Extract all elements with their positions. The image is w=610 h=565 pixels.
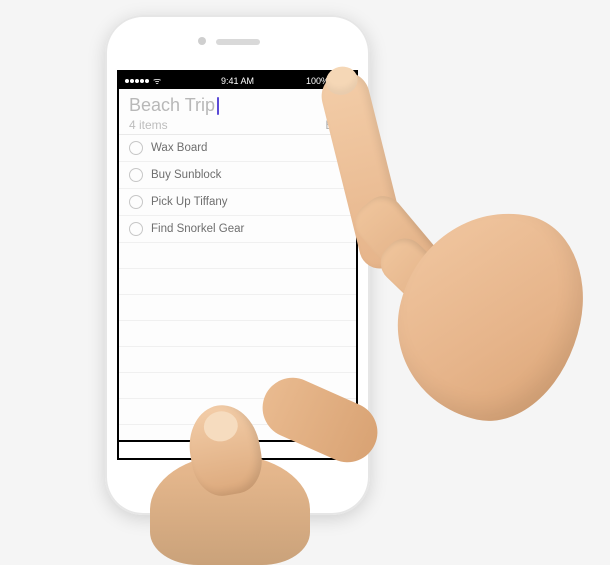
empty-row[interactable] xyxy=(119,269,356,295)
list-item[interactable]: Wax Board xyxy=(119,135,356,162)
list-title-field[interactable]: Beach Trip xyxy=(129,95,346,116)
battery-icon xyxy=(332,77,350,85)
text-cursor-icon xyxy=(217,97,219,115)
speaker-grille xyxy=(216,39,260,45)
phone-frame: ᯤ 9:41 AM 100% Beach Trip 4 items Edit W… xyxy=(105,15,370,515)
list-item-label: Pick Up Tiffany xyxy=(151,196,228,208)
signal-dots-icon xyxy=(125,79,149,83)
unchecked-circle-icon[interactable] xyxy=(129,222,143,236)
empty-row[interactable] xyxy=(119,243,356,269)
empty-row[interactable] xyxy=(119,321,356,347)
list-item-label: Find Snorkel Gear xyxy=(151,223,244,235)
todo-list: Wax Board Buy Sunblock Pick Up Tiffany F… xyxy=(119,135,356,440)
empty-row[interactable] xyxy=(119,425,356,440)
list-title-text: Beach Trip xyxy=(129,95,215,116)
item-count-label: 4 items xyxy=(129,118,168,132)
empty-row[interactable] xyxy=(119,399,356,425)
empty-row[interactable] xyxy=(119,347,356,373)
status-right: 100% xyxy=(306,76,350,86)
unchecked-circle-icon[interactable] xyxy=(129,168,143,182)
list-item[interactable]: Find Snorkel Gear xyxy=(119,216,356,243)
screen: ᯤ 9:41 AM 100% Beach Trip 4 items Edit W… xyxy=(117,70,358,460)
status-time: 9:41 AM xyxy=(221,76,254,86)
empty-row[interactable] xyxy=(119,373,356,399)
status-left: ᯤ xyxy=(125,74,161,87)
list-item-label: Buy Sunblock xyxy=(151,169,221,181)
list-header: Beach Trip 4 items Edit xyxy=(119,89,356,135)
battery-pct: 100% xyxy=(306,76,329,86)
bottom-toolbar xyxy=(119,440,356,458)
status-bar: ᯤ 9:41 AM 100% xyxy=(119,72,356,89)
home-button[interactable] xyxy=(218,465,258,505)
unchecked-circle-icon[interactable] xyxy=(129,195,143,209)
empty-row[interactable] xyxy=(119,295,356,321)
list-item[interactable]: Buy Sunblock xyxy=(119,162,356,189)
wifi-icon: ᯤ xyxy=(153,74,161,87)
unchecked-circle-icon[interactable] xyxy=(129,141,143,155)
list-item-label: Wax Board xyxy=(151,142,207,154)
edit-button[interactable]: Edit xyxy=(325,118,346,132)
front-camera xyxy=(198,37,206,45)
list-item[interactable]: Pick Up Tiffany xyxy=(119,189,356,216)
